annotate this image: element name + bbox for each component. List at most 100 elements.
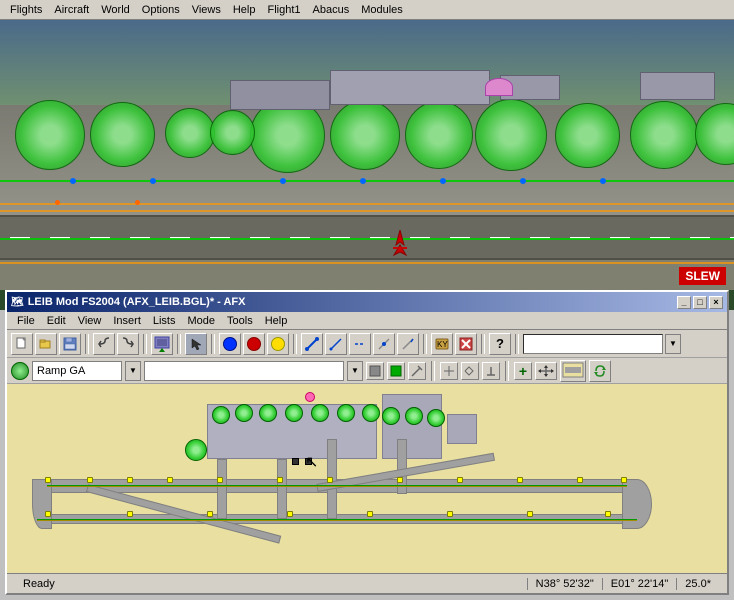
map-preview-button[interactable]	[560, 360, 586, 382]
taxiway-line-2	[0, 210, 734, 212]
map-node-lower-2	[127, 511, 133, 517]
top-menu-bar: Flights Aircraft World Options Views Hel…	[0, 0, 734, 20]
toolbar-row-1: KY ? ▼	[7, 330, 727, 358]
afx-menu-view[interactable]: View	[72, 314, 108, 328]
line-tool-2[interactable]	[325, 333, 347, 355]
map-tree-10	[427, 409, 445, 427]
ramp-type-dropdown[interactable]: Ramp GA	[32, 361, 122, 381]
separator-6	[423, 334, 427, 354]
delete-button[interactable]	[455, 333, 477, 355]
separator-5	[293, 334, 297, 354]
maximize-button[interactable]: □	[693, 296, 707, 309]
help-button[interactable]: ?	[489, 333, 511, 355]
map-node-lower-4	[287, 511, 293, 517]
pink-position-marker	[305, 392, 315, 402]
status-ready: Ready	[15, 578, 528, 590]
tree-5	[405, 101, 473, 169]
map-node-2	[87, 477, 93, 483]
gray-square-button[interactable]	[366, 362, 384, 380]
cursor-tool-button[interactable]	[185, 333, 207, 355]
map-tree-5	[311, 404, 329, 422]
color-red-button[interactable]	[243, 333, 265, 355]
tree-11	[210, 110, 255, 155]
map-node-3	[127, 477, 133, 483]
map-tree-6	[337, 404, 355, 422]
ramp-type-dropdown-arrow[interactable]: ▼	[125, 361, 141, 381]
map-orange-line-1	[47, 486, 627, 487]
map-node-9	[457, 477, 463, 483]
afx-menu-bar: File Edit View Insert Lists Mode Tools H…	[7, 312, 727, 330]
building-4	[640, 72, 715, 100]
menu-views[interactable]: Views	[186, 3, 227, 17]
close-button[interactable]: ×	[709, 296, 723, 309]
afx-menu-help[interactable]: Help	[259, 314, 294, 328]
slew-indicator: SLEW	[679, 267, 726, 285]
tree-8	[630, 101, 698, 169]
map-tree-large-1	[185, 439, 207, 461]
undo-button[interactable]	[93, 333, 115, 355]
afx-title-controls: _ □ ×	[677, 296, 723, 309]
tb2-btn-2[interactable]	[461, 362, 479, 380]
color-yellow-button[interactable]	[267, 333, 289, 355]
tree-6	[475, 99, 547, 171]
text-input-dropdown[interactable]: ▼	[665, 334, 681, 354]
line-tool-4[interactable]	[373, 333, 395, 355]
green-taxiway-2	[0, 238, 734, 240]
afx-map-viewport[interactable]: ↖	[7, 384, 727, 573]
cross-arrow-button[interactable]	[535, 362, 557, 380]
afx-menu-lists[interactable]: Lists	[147, 314, 182, 328]
map-node-8	[397, 477, 403, 483]
node-blue-4	[360, 178, 366, 184]
map-orange-line-2	[37, 520, 637, 521]
selected-node-1	[292, 458, 299, 465]
afx-menu-edit[interactable]: Edit	[41, 314, 72, 328]
secondary-dropdown-arrow[interactable]: ▼	[347, 361, 363, 381]
plus-button[interactable]: +	[514, 362, 532, 380]
node-blue-2	[150, 178, 156, 184]
menu-flight1[interactable]: Flight1	[261, 3, 306, 17]
new-button[interactable]	[11, 333, 33, 355]
secondary-dropdown[interactable]	[144, 361, 344, 381]
line-tool-5[interactable]	[397, 333, 419, 355]
sim-3d-view: SLEW	[0, 20, 734, 290]
status-zoom: 25.0*	[677, 578, 719, 590]
separator-4	[211, 334, 215, 354]
menu-options[interactable]: Options	[136, 3, 186, 17]
node-orange-1	[55, 200, 60, 205]
map-node-10	[517, 477, 523, 483]
afx-menu-tools[interactable]: Tools	[221, 314, 259, 328]
taxiway-line-3	[0, 262, 734, 264]
tb2-btn-1[interactable]	[440, 362, 458, 380]
refresh-button[interactable]	[589, 360, 611, 382]
node-blue-6	[520, 178, 526, 184]
afx-menu-mode[interactable]: Mode	[182, 314, 222, 328]
green-square-button[interactable]	[387, 362, 405, 380]
import-button[interactable]	[151, 333, 173, 355]
green-taxiway-1	[0, 180, 734, 182]
gates-far-east	[447, 414, 477, 444]
node-orange-2	[135, 200, 140, 205]
minimize-button[interactable]: _	[677, 296, 691, 309]
key-icon-button[interactable]: KY	[431, 333, 453, 355]
menu-aircraft[interactable]: Aircraft	[48, 3, 95, 17]
open-button[interactable]	[35, 333, 57, 355]
color-blue-button[interactable]	[219, 333, 241, 355]
text-input-field[interactable]	[523, 334, 663, 354]
save-button[interactable]	[59, 333, 81, 355]
tb2-btn-3[interactable]	[482, 362, 500, 380]
map-tree-2	[235, 404, 253, 422]
menu-abacus[interactable]: Abacus	[307, 3, 356, 17]
menu-modules[interactable]: Modules	[355, 3, 409, 17]
tree-7	[555, 103, 620, 168]
redo-button[interactable]	[117, 333, 139, 355]
line-tool-3[interactable]	[349, 333, 371, 355]
afx-menu-insert[interactable]: Insert	[107, 314, 147, 328]
map-tree-3	[259, 404, 277, 422]
menu-help[interactable]: Help	[227, 3, 262, 17]
draw-tool-button[interactable]	[408, 362, 426, 380]
menu-flights[interactable]: Flights	[4, 3, 48, 17]
afx-menu-file[interactable]: File	[11, 314, 41, 328]
line-tool-1[interactable]	[301, 333, 323, 355]
map-node-lower-5	[367, 511, 373, 517]
menu-world[interactable]: World	[95, 3, 136, 17]
